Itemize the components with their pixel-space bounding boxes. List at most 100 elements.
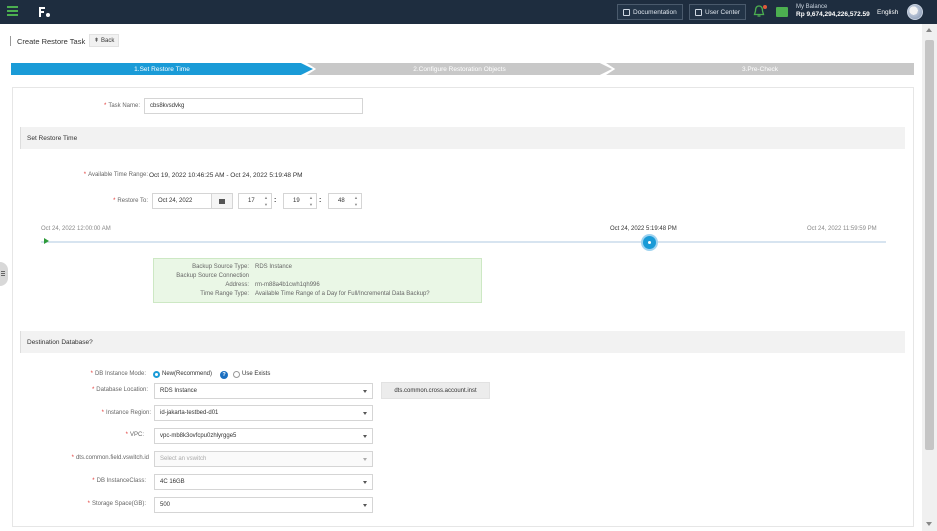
timeline-current-label: Oct 24, 2022 5:19:48 PM — [610, 226, 677, 232]
help-icon[interactable]: ? — [220, 371, 228, 379]
documentation-button[interactable]: Documentation — [617, 4, 683, 20]
document-icon — [623, 8, 630, 16]
title-divider — [10, 36, 11, 46]
caret-down-icon — [363, 504, 367, 507]
notification-badge — [763, 5, 767, 9]
wizard-steps: 1.Set Restore Time 2.Configure Restorati… — [11, 63, 914, 75]
stepper-up-icon[interactable]: ▲ — [309, 195, 314, 201]
hour-stepper[interactable]: 17 ▲ ▼ — [238, 193, 272, 209]
calendar-icon — [219, 198, 225, 204]
back-button[interactable]: ⇞ Back — [89, 34, 120, 47]
time-range-type-value: Available Time Range of a Day for Full/I… — [255, 291, 430, 297]
second-value: 48 — [338, 198, 345, 204]
minute-stepper[interactable]: 19 ▲ ▼ — [283, 193, 317, 209]
select-value: vpc-mb8k3ovfcpu0zhlyrgge5 — [160, 433, 237, 439]
user-avatar[interactable] — [907, 4, 923, 20]
restore-timeline-handle[interactable] — [640, 234, 658, 251]
user-center-label: User Center — [705, 8, 741, 16]
step-label: 2.Configure Restoration Objects — [413, 65, 506, 73]
database-location-select[interactable]: RDS Instance — [154, 383, 373, 399]
time-separator: : — [319, 197, 322, 204]
select-value: 4C 16GB — [160, 479, 185, 485]
stepper-up-icon[interactable]: ▲ — [264, 195, 269, 201]
form-panel — [12, 87, 914, 527]
task-name-input[interactable]: cbs8kvsdvkg — [144, 98, 363, 114]
time-range-type-label: Time Range Type: — [200, 291, 249, 297]
db-instance-mode-label: * DB Instance Mode: — [90, 371, 146, 377]
timeline-start-label: Oct 24, 2022 12:00:00 AM — [41, 226, 111, 232]
backup-source-info: Backup Source Type: RDS Instance Backup … — [153, 258, 482, 303]
stepper-down-icon[interactable]: ▼ — [264, 202, 269, 208]
mode-new-radio[interactable] — [153, 371, 160, 378]
caret-down-icon — [363, 435, 367, 438]
select-value: id-jakarta-testbed-d01 — [160, 410, 219, 416]
mode-existing-radio[interactable] — [233, 371, 240, 378]
destination-section-header: Destination Database? — [20, 331, 905, 353]
page-header: Create Restore Task — [10, 36, 85, 46]
mode-existing-label[interactable]: Use Exists — [242, 371, 270, 377]
address-value: rm-m88a4b1cwh1qh996 — [255, 282, 320, 288]
minute-value: 19 — [293, 198, 300, 204]
documentation-label: Documentation — [633, 8, 677, 16]
caret-down-icon — [363, 458, 367, 461]
stepper-up-icon[interactable]: ▲ — [354, 195, 359, 201]
select-placeholder: Select an vswitch — [160, 456, 207, 462]
back-label: Back — [101, 37, 115, 44]
timeline-start-marker — [44, 238, 49, 244]
balance-amount: Rp 9,674,294,226,572.59 — [796, 10, 870, 18]
task-name-label: * Task Name: — [103, 103, 140, 109]
caret-down-icon — [363, 390, 367, 393]
second-stepper[interactable]: 48 ▲ ▼ — [328, 193, 362, 209]
restore-time-section-header: Set Restore Time — [20, 127, 905, 149]
language-selector[interactable]: English — [877, 9, 898, 16]
stepper-down-icon[interactable]: ▼ — [354, 202, 359, 208]
restore-to-label: * Restore To: — [113, 198, 148, 204]
select-value: RDS Instance — [160, 388, 198, 394]
timeline-end-label: Oct 24, 2022 11:59:59 PM — [807, 226, 877, 232]
hour-value: 17 — [248, 198, 255, 204]
balance-label: My Balance — [796, 4, 828, 10]
instance-region-label: * Instance Region: — [101, 410, 151, 416]
time-separator: : — [274, 197, 277, 204]
scroll-down-icon[interactable] — [926, 522, 932, 526]
step-label: 1.Set Restore Time — [134, 65, 190, 73]
select-value: 500 — [160, 502, 171, 508]
calendar-button[interactable] — [211, 193, 233, 209]
source-type-value: RDS Instance — [255, 264, 293, 270]
instance-class-label: * DB InstanceClass: — [92, 478, 146, 484]
step-configure-objects: 2.Configure Restoration Objects — [307, 63, 612, 75]
vpc-label: * VPC: — [125, 432, 144, 438]
caret-down-icon — [363, 412, 367, 415]
top-navigation-bar: Documentation User Center My Balance Rp … — [0, 0, 937, 24]
wallet-icon[interactable] — [776, 7, 788, 17]
scroll-up-icon[interactable] — [926, 28, 932, 32]
menu-icon[interactable] — [7, 6, 18, 18]
logo-icon[interactable] — [37, 6, 51, 18]
user-center-icon — [695, 8, 702, 16]
instance-class-select[interactable]: 4C 16GB — [154, 474, 373, 490]
cross-account-button[interactable]: dts.common.cross.account.inst — [381, 382, 490, 399]
available-range-label: * Available Time Range: — [83, 172, 148, 178]
page-title: Create Restore Task — [17, 36, 86, 46]
vswitch-select[interactable]: Select an vswitch — [154, 451, 373, 467]
user-center-button[interactable]: User Center — [689, 4, 747, 20]
instance-region-select[interactable]: id-jakarta-testbed-d01 — [154, 405, 373, 421]
scrollbar-thumb[interactable] — [925, 40, 934, 450]
address-label: Address: — [225, 282, 249, 288]
vpc-select[interactable]: vpc-mb8k3ovfcpu0zhlyrgge5 — [154, 428, 373, 444]
vswitch-label: * dts.common.field.vswitch.id — [71, 455, 149, 461]
step-set-restore-time: 1.Set Restore Time — [11, 63, 313, 75]
database-location-label: * Database Location: — [91, 387, 148, 393]
storage-space-select[interactable]: 500 — [154, 497, 373, 513]
source-type-label: Backup Source Type: — [192, 264, 249, 270]
restore-timeline-track[interactable] — [41, 241, 886, 243]
step-pre-check: 3.Pre-Check — [606, 63, 914, 75]
storage-space-label: * Storage Space(GB): — [87, 501, 146, 507]
stepper-down-icon[interactable]: ▼ — [309, 202, 314, 208]
step-label: 3.Pre-Check — [741, 65, 779, 73]
balance-display[interactable]: My Balance Rp 9,674,294,226,572.59 — [796, 4, 870, 18]
source-connection-label: Backup Source Connection — [176, 273, 249, 279]
restore-date-input[interactable]: Oct 24, 2022 — [152, 193, 212, 209]
back-arrow-icon: ⇞ — [94, 38, 100, 44]
mode-new-label[interactable]: New(Recommend) — [162, 371, 212, 377]
